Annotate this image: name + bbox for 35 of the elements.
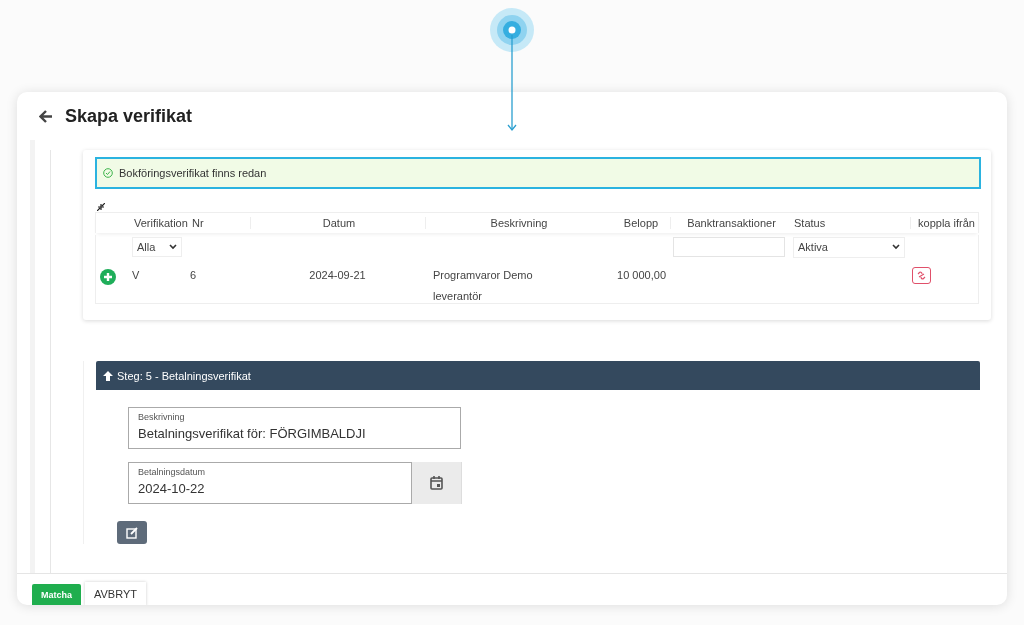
column-header: Banktransaktioner [670, 217, 790, 229]
check-circle-icon [103, 168, 113, 178]
column-header: Status [793, 217, 827, 229]
step-title: Steg: 5 - Betalningsverifikat [117, 369, 251, 382]
column-header: koppla ifrån [910, 217, 980, 229]
status-filter-select[interactable]: Aktiva [793, 236, 905, 258]
alert-text: Bokföringsverifikat finns redan [119, 167, 267, 179]
table-cell-text: 6 [190, 268, 198, 283]
bank-transaction-filter-field[interactable] [673, 237, 785, 257]
column-header: Datum [250, 217, 425, 229]
edit-button[interactable] [117, 521, 147, 544]
column-header: Beskrivning [425, 217, 610, 229]
verifikation-filter-select[interactable]: Alla [132, 237, 182, 257]
collapse-icon[interactable] [97, 203, 105, 211]
page-title: Skapa verifikat [65, 105, 193, 127]
table-cell-text: Programvaror Demo leverantör [432, 268, 534, 304]
calendar-button[interactable] [412, 462, 462, 504]
unlink-button[interactable] [912, 267, 931, 284]
table-cell-text: V [132, 268, 141, 283]
table-cell-text: 2024-09-21 [308, 268, 367, 283]
broken-link-icon [916, 270, 927, 281]
table-cell-text: 10 000,00 [616, 268, 667, 283]
step-header-bar[interactable]: Steg: 5 - Betalningsverifikat [96, 361, 980, 390]
cancel-button[interactable]: AVBRYT [85, 582, 146, 605]
edit-icon [125, 526, 139, 539]
caret-icon [169, 244, 177, 250]
column-header: Nr [191, 217, 205, 229]
column-header: Belopp [622, 217, 660, 229]
column-header: Verifikation [133, 217, 189, 229]
date-field[interactable]: Betalningsdatum 2024-10-22 [128, 462, 412, 504]
description-field[interactable]: Beskrivning Betalningsverifikat för: FÖRGIMBALDJI [128, 407, 461, 449]
add-circle-icon[interactable] [100, 269, 116, 285]
calendar-icon [430, 476, 443, 490]
back-arrow-icon[interactable] [39, 109, 53, 123]
caret-icon [892, 244, 900, 250]
